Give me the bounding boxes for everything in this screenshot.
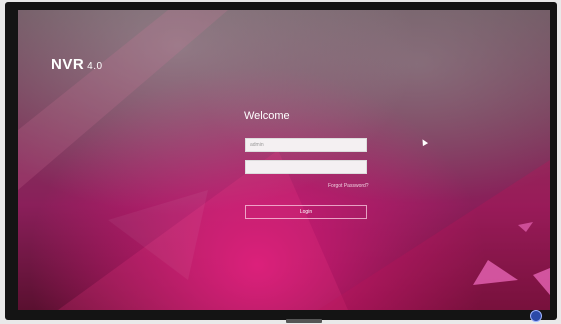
password-field[interactable] [245,160,367,174]
login-screen: NVR 4.0 Welcome admin Forgot Password? Lo… [18,10,550,310]
forgot-password-link[interactable]: Forgot Password? [328,183,369,189]
username-field[interactable]: admin [245,138,367,152]
welcome-heading: Welcome [244,110,290,122]
login-button[interactable]: Login [245,205,367,219]
app-version: 4.0 [87,61,103,72]
app-logo: NVR 4.0 [51,56,103,73]
app-name: NVR [51,56,85,73]
monitor-brand-logo [286,319,322,323]
power-led-icon [530,310,542,322]
